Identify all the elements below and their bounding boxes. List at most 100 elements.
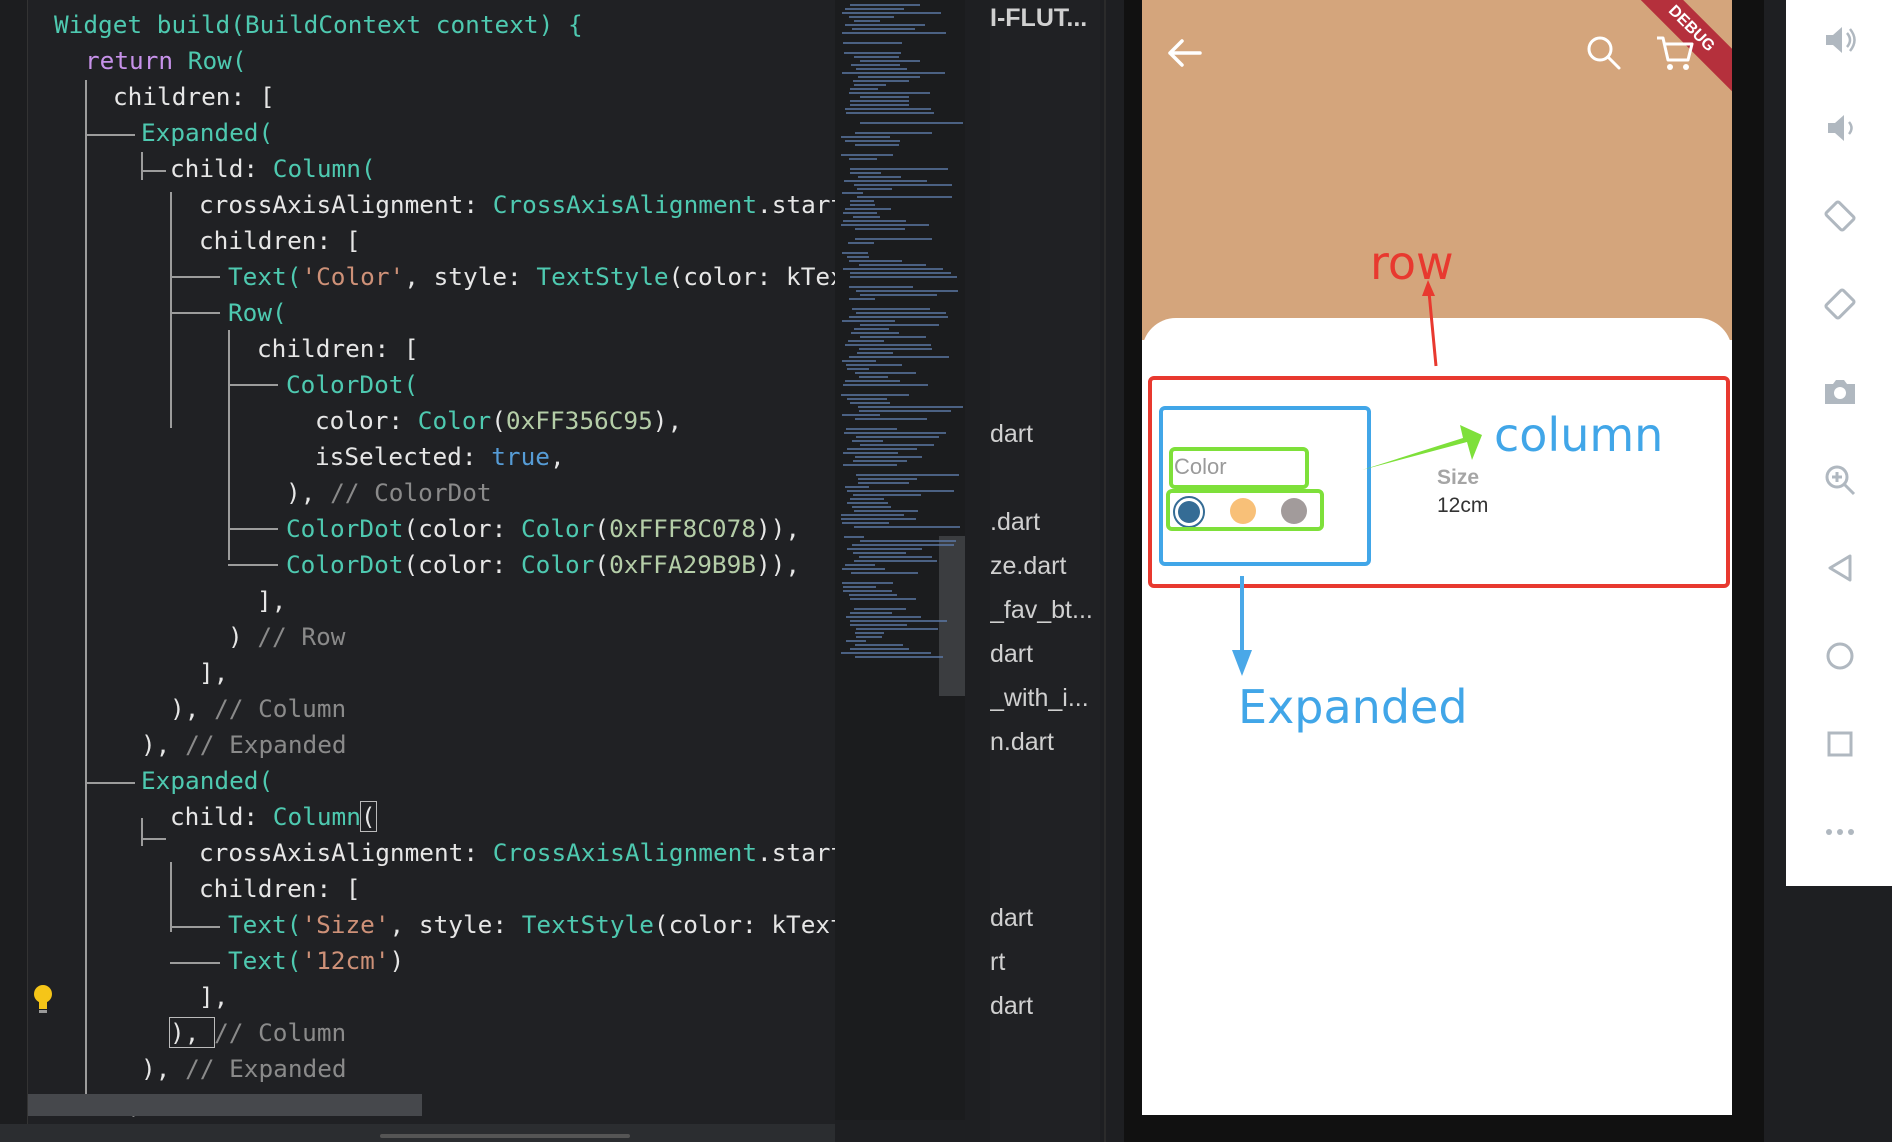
file-item[interactable]: dart: [990, 420, 1033, 449]
file-item[interactable]: dart: [990, 640, 1033, 669]
file-item[interactable]: .dart: [990, 508, 1040, 537]
minimap-line: [842, 32, 946, 34]
back-arrow-icon[interactable]: [1164, 36, 1204, 70]
file-item[interactable]: dart: [990, 904, 1033, 933]
indent-guide: [141, 818, 143, 846]
overview-icon[interactable]: [1822, 726, 1858, 762]
minimap-line: [845, 564, 875, 566]
minimap-line: [852, 506, 891, 508]
android-emulator: DEBUG Color Size 12cm row column Expande…: [1124, 0, 1764, 1142]
minimap-line: [850, 104, 909, 106]
minimap-line: [842, 12, 941, 14]
code-line: Text('Size', style: TextStyle(color: kTe…: [228, 910, 845, 939]
minimap-line: [845, 380, 900, 382]
code-line: Expanded(: [141, 766, 274, 795]
minimap-line: [857, 352, 893, 354]
file-item[interactable]: _fav_bt...: [990, 596, 1093, 625]
minimap-line: [844, 52, 901, 54]
file-item[interactable]: n.dart: [990, 728, 1054, 757]
minimap-line: [850, 88, 878, 90]
indent-guide: [85, 80, 87, 792]
minimap-line: [841, 394, 909, 396]
minimap-line: [847, 368, 869, 370]
minimap-line: [860, 444, 934, 446]
zoom-icon[interactable]: [1822, 462, 1858, 498]
code-line: ],: [199, 658, 229, 687]
cart-icon[interactable]: [1654, 32, 1696, 74]
minimap-line: [858, 76, 920, 78]
minimap-line: [849, 594, 897, 596]
device-screen[interactable]: DEBUG Color Size 12cm row column Expande…: [1142, 0, 1732, 1115]
minimap-line: [855, 656, 943, 658]
minimap-line: [853, 216, 880, 218]
minimap-line: [852, 28, 915, 30]
minimap-line: [855, 238, 932, 240]
back-icon[interactable]: [1822, 550, 1858, 586]
minimap-line: [842, 360, 876, 362]
minimap-line: [849, 260, 902, 262]
minimap-line: [843, 212, 877, 214]
lightbulb-icon[interactable]: [32, 984, 54, 1014]
rotate-left-icon[interactable]: [1822, 198, 1858, 234]
file-item[interactable]: _with_i...: [990, 684, 1089, 713]
indent-guide: [228, 564, 278, 566]
minimap-line: [850, 598, 916, 600]
code-line: children: [: [199, 226, 361, 255]
indent-guide: [141, 152, 143, 180]
minimap-line: [849, 286, 913, 288]
minimap-line: [856, 474, 959, 476]
minimap-line: [845, 140, 900, 142]
column-annotation-label: column: [1494, 408, 1664, 462]
code-editor[interactable]: Widget build(BuildContext context) { ret…: [0, 0, 845, 1142]
file-item[interactable]: dart: [990, 992, 1033, 1021]
file-item[interactable]: ze.dart: [990, 552, 1066, 581]
code-line: Text('12cm'): [228, 946, 405, 975]
home-icon[interactable]: [1822, 638, 1858, 674]
minimap-line: [856, 312, 946, 314]
code-line: crossAxisAlignment: CrossAxisAlignment.s…: [199, 838, 846, 867]
indent-guide: [85, 782, 135, 784]
code-line: children: [: [113, 82, 275, 111]
minimap-line: [854, 328, 889, 330]
minimap-scrollbar[interactable]: [939, 536, 965, 696]
indent-guide: [170, 926, 220, 928]
minimap-line: [851, 572, 918, 574]
minimap-line: [860, 324, 939, 326]
minimap-line: [845, 108, 931, 110]
minimap-line: [859, 410, 951, 412]
file-explorer: I-FLUT... dart .dart ze.dart _fav_bt... …: [990, 0, 1100, 1142]
volume-up-icon[interactable]: [1822, 22, 1858, 58]
minimap-line: [855, 644, 903, 646]
minimap-line: [843, 452, 898, 454]
minimap-line: [842, 568, 885, 570]
minimap-line: [846, 616, 921, 618]
search-icon[interactable]: [1585, 34, 1623, 72]
minimap-line: [856, 628, 938, 630]
minimap-line: [847, 256, 869, 258]
minimap-line: [860, 60, 920, 62]
minimap-line: [859, 556, 932, 558]
minimap-line: [850, 4, 920, 6]
minimap-line: [847, 398, 887, 400]
minimap-line: [843, 220, 906, 222]
code-minimap[interactable]: [835, 0, 965, 1120]
file-item[interactable]: rt: [990, 948, 1005, 977]
minimap-line: [842, 414, 880, 416]
project-title[interactable]: I-FLUT...: [990, 4, 1087, 33]
code-line: children: [: [257, 334, 419, 363]
minimap-line: [841, 136, 890, 138]
minimap-line: [849, 298, 875, 300]
rotate-right-icon[interactable]: [1822, 286, 1858, 322]
minimap-line: [854, 184, 952, 186]
horizontal-scrollbar[interactable]: [28, 1094, 422, 1116]
minimap-line: [848, 242, 874, 244]
minimap-line: [860, 540, 956, 542]
volume-down-icon[interactable]: [1822, 110, 1858, 146]
emulator-toolbar: [1786, 0, 1892, 886]
indent-guide: [170, 312, 220, 314]
indent-guide: [170, 862, 172, 932]
minimap-line: [854, 526, 960, 528]
more-icon[interactable]: [1822, 814, 1858, 850]
minimap-line: [844, 432, 946, 434]
camera-icon[interactable]: [1822, 374, 1858, 410]
